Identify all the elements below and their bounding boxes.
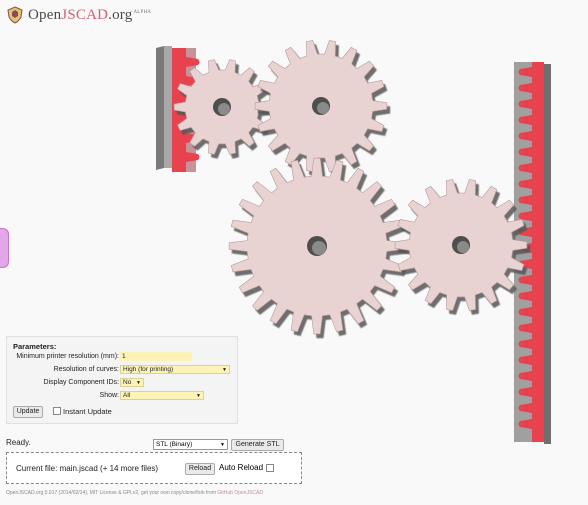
footer-text: OpenJSCAD.org 0.017 (2014/02/14), MIT Li… (6, 490, 218, 496)
curve-resolution-select[interactable]: High (for printing) ▼ (120, 365, 230, 374)
3d-viewer[interactable]: OpenJSCAD.orgALPHA (0, 0, 588, 500)
param-label: Display Component IDs: (43, 379, 119, 386)
instant-update-checkbox[interactable] (53, 407, 61, 415)
param-show: Show: All ▼ (7, 391, 237, 401)
select-value: No (123, 379, 132, 386)
instant-update-label: Instant Update (63, 407, 112, 416)
current-file-label: Current file: main.jscad (+ 14 more file… (16, 464, 159, 473)
select-value: STL (Binary) (156, 441, 193, 448)
param-min-resolution: Minimum printer resolution (mm): 1 (7, 352, 237, 362)
component-ids-select[interactable]: No ▼ (120, 378, 144, 387)
parameters-panel: Parameters: Minimum printer resolution (… (6, 336, 238, 424)
logo-shield-icon (7, 6, 23, 24)
large-gear (228, 157, 406, 335)
generate-stl-button[interactable]: Generate STL (231, 439, 284, 451)
select-value: All (123, 392, 131, 399)
min-resolution-input[interactable]: 1 (120, 352, 192, 361)
param-label: Resolution of curves: (53, 366, 119, 373)
footer: OpenJSCAD.org 0.017 (2014/02/14), MIT Li… (6, 490, 263, 496)
show-select[interactable]: All ▼ (120, 391, 204, 400)
chevron-down-icon: ▼ (196, 393, 201, 399)
upper-gear (254, 40, 388, 172)
right-gear (394, 179, 528, 311)
file-drop-area[interactable]: Current file: main.jscad (+ 14 more file… (6, 452, 302, 484)
update-button[interactable]: Update (13, 406, 43, 418)
output-format-select[interactable]: STL (Binary) ▼ (153, 439, 228, 450)
parameters-title: Parameters: (13, 342, 57, 351)
scene-canvas[interactable] (0, 0, 588, 500)
rack-tooth (186, 152, 200, 162)
chevron-down-icon: ▼ (222, 367, 227, 373)
logo-text: OpenJSCAD.orgALPHA (28, 6, 152, 23)
param-curve-resolution: Resolution of curves: High (for printing… (7, 365, 237, 375)
param-label: Minimum printer resolution (mm): (16, 353, 119, 360)
select-value: High (for printing) (123, 366, 174, 373)
auto-reload-checkbox[interactable] (266, 464, 274, 472)
param-component-ids: Display Component IDs: No ▼ (7, 378, 237, 388)
chevron-down-icon: ▼ (136, 380, 141, 386)
github-link[interactable]: GitHub OpenJSCAD (217, 490, 263, 496)
auto-reload-label: Auto Reload (219, 463, 264, 472)
right-rack (514, 62, 551, 444)
reload-button[interactable]: Reload (185, 463, 215, 475)
rack-tooth (186, 57, 200, 67)
chevron-down-icon: ▼ (220, 442, 225, 448)
param-label: Show: (99, 392, 119, 399)
openjscad-logo[interactable]: OpenJSCAD.orgALPHA (6, 6, 151, 24)
status-text: Ready. (6, 438, 31, 447)
editor-toggle-tab[interactable] (0, 228, 9, 268)
